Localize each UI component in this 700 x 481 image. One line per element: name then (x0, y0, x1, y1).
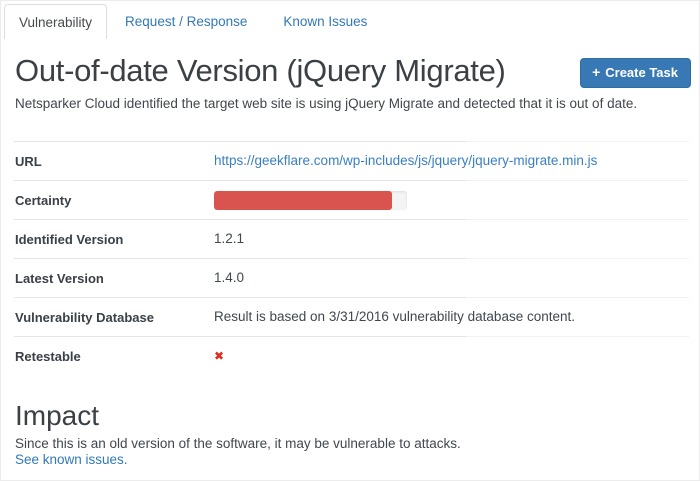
table-row-vulnerability-database: Vulnerability Database Result is based o… (1, 298, 699, 336)
impact-description: Since this is an old version of the soft… (15, 436, 461, 451)
latest-version-value: 1.4.0 (214, 270, 245, 285)
impact-section: Impact Since this is an old version of t… (1, 375, 699, 469)
certainty-bar-fill (214, 190, 392, 210)
url-label: URL (15, 153, 42, 169)
tab-vulnerability[interactable]: Vulnerability (4, 4, 108, 39)
red-cross-icon: ✖ (214, 349, 225, 363)
tab-bar: Vulnerability Request / Response Known I… (1, 1, 699, 39)
table-row-retestable: Retestable ✖ (1, 337, 699, 375)
page-title: Out-of-date Version (jQuery Migrate) (15, 53, 506, 88)
create-task-button[interactable]: + Create Task (580, 58, 691, 88)
table-row-certainty: Certainty (1, 181, 699, 219)
retestable-label: Retestable (15, 348, 81, 364)
create-task-label: Create Task (605, 65, 678, 80)
tab-request-response[interactable]: Request / Response (107, 4, 265, 39)
vulnerability-description: Netsparker Cloud identified the target w… (15, 96, 638, 111)
url-link[interactable]: https://geekflare.com/wp-includes/js/jqu… (214, 153, 597, 168)
identified-version-value: 1.2.1 (214, 231, 245, 246)
latest-version-label: Latest Version (15, 270, 104, 286)
certainty-bar-track (214, 190, 407, 210)
table-row-latest-version: Latest Version 1.4.0 (1, 259, 699, 297)
page-header: Out-of-date Version (jQuery Migrate) + Cr… (1, 39, 699, 89)
vulnerability-database-label: Vulnerability Database (15, 309, 154, 325)
table-row-url: URL https://geekflare.com/wp-includes/js… (1, 142, 699, 180)
table-row-identified-version: Identified Version 1.2.1 (1, 220, 699, 258)
see-known-issues-link[interactable]: See known issues. (15, 452, 128, 467)
details-table: URL https://geekflare.com/wp-includes/js… (1, 141, 699, 375)
vulnerability-detail-page: { "colors": { "accent_blue": "#3279B7", … (0, 0, 700, 481)
impact-title: Impact (15, 400, 100, 431)
certainty-label: Certainty (15, 192, 72, 208)
tab-known-issues[interactable]: Known Issues (265, 4, 385, 39)
identified-version-label: Identified Version (15, 231, 124, 247)
vulnerability-database-value: Result is based on 3/31/2016 vulnerabili… (214, 309, 575, 324)
plus-icon: + (592, 64, 601, 80)
